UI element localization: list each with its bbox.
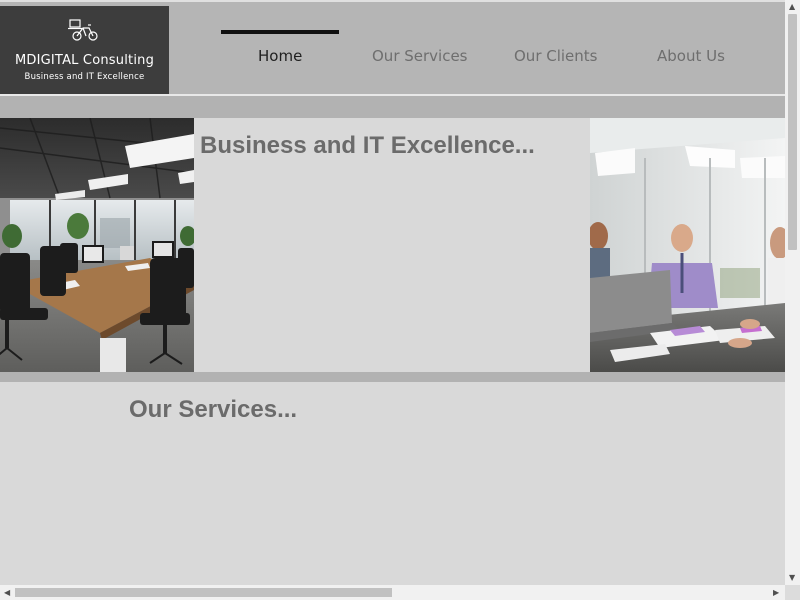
- horizontal-scroll-thumb[interactable]: [15, 588, 392, 597]
- nav-item-home[interactable]: Home: [258, 47, 302, 65]
- site-logo[interactable]: MDIGITAL Consulting Business and IT Exce…: [0, 6, 169, 94]
- vertical-scroll-thumb[interactable]: [788, 14, 797, 250]
- horizontal-scrollbar[interactable]: ◀ ▶: [0, 585, 785, 600]
- nav-item-about-us[interactable]: About Us: [657, 47, 725, 65]
- nav-item-our-clients[interactable]: Our Clients: [514, 47, 598, 65]
- laptop-bike-icon: [68, 19, 98, 41]
- header-divider-band: [0, 96, 785, 118]
- business-meeting-image: [590, 118, 785, 372]
- vertical-scrollbar[interactable]: ▲ ▼: [785, 0, 800, 585]
- services-heading: Our Services...: [129, 396, 298, 423]
- logo-subtitle: Business and IT Excellence: [24, 72, 145, 82]
- hero-heading: Business and IT Excellence...: [200, 132, 535, 159]
- page-viewport: MDIGITAL Consulting Business and IT Exce…: [0, 0, 785, 585]
- main-nav: Home Our Services Our Clients About Us: [212, 2, 772, 98]
- hero-text-panel: Business and IT Excellence...: [194, 118, 590, 372]
- scroll-right-arrow-icon[interactable]: ▶: [773, 589, 779, 597]
- logo-title: MDIGITAL Consulting: [14, 53, 155, 68]
- scroll-left-arrow-icon[interactable]: ◀: [4, 589, 10, 597]
- hero-divider-band: [0, 372, 785, 382]
- scrollbar-corner: [785, 585, 800, 600]
- site-header: MDIGITAL Consulting Business and IT Exce…: [0, 0, 785, 96]
- scroll-up-arrow-icon[interactable]: ▲: [789, 3, 795, 11]
- office-interior-image: [0, 118, 194, 372]
- scroll-down-arrow-icon[interactable]: ▼: [789, 574, 795, 582]
- nav-active-indicator: [221, 30, 339, 34]
- nav-item-our-services[interactable]: Our Services: [372, 47, 468, 65]
